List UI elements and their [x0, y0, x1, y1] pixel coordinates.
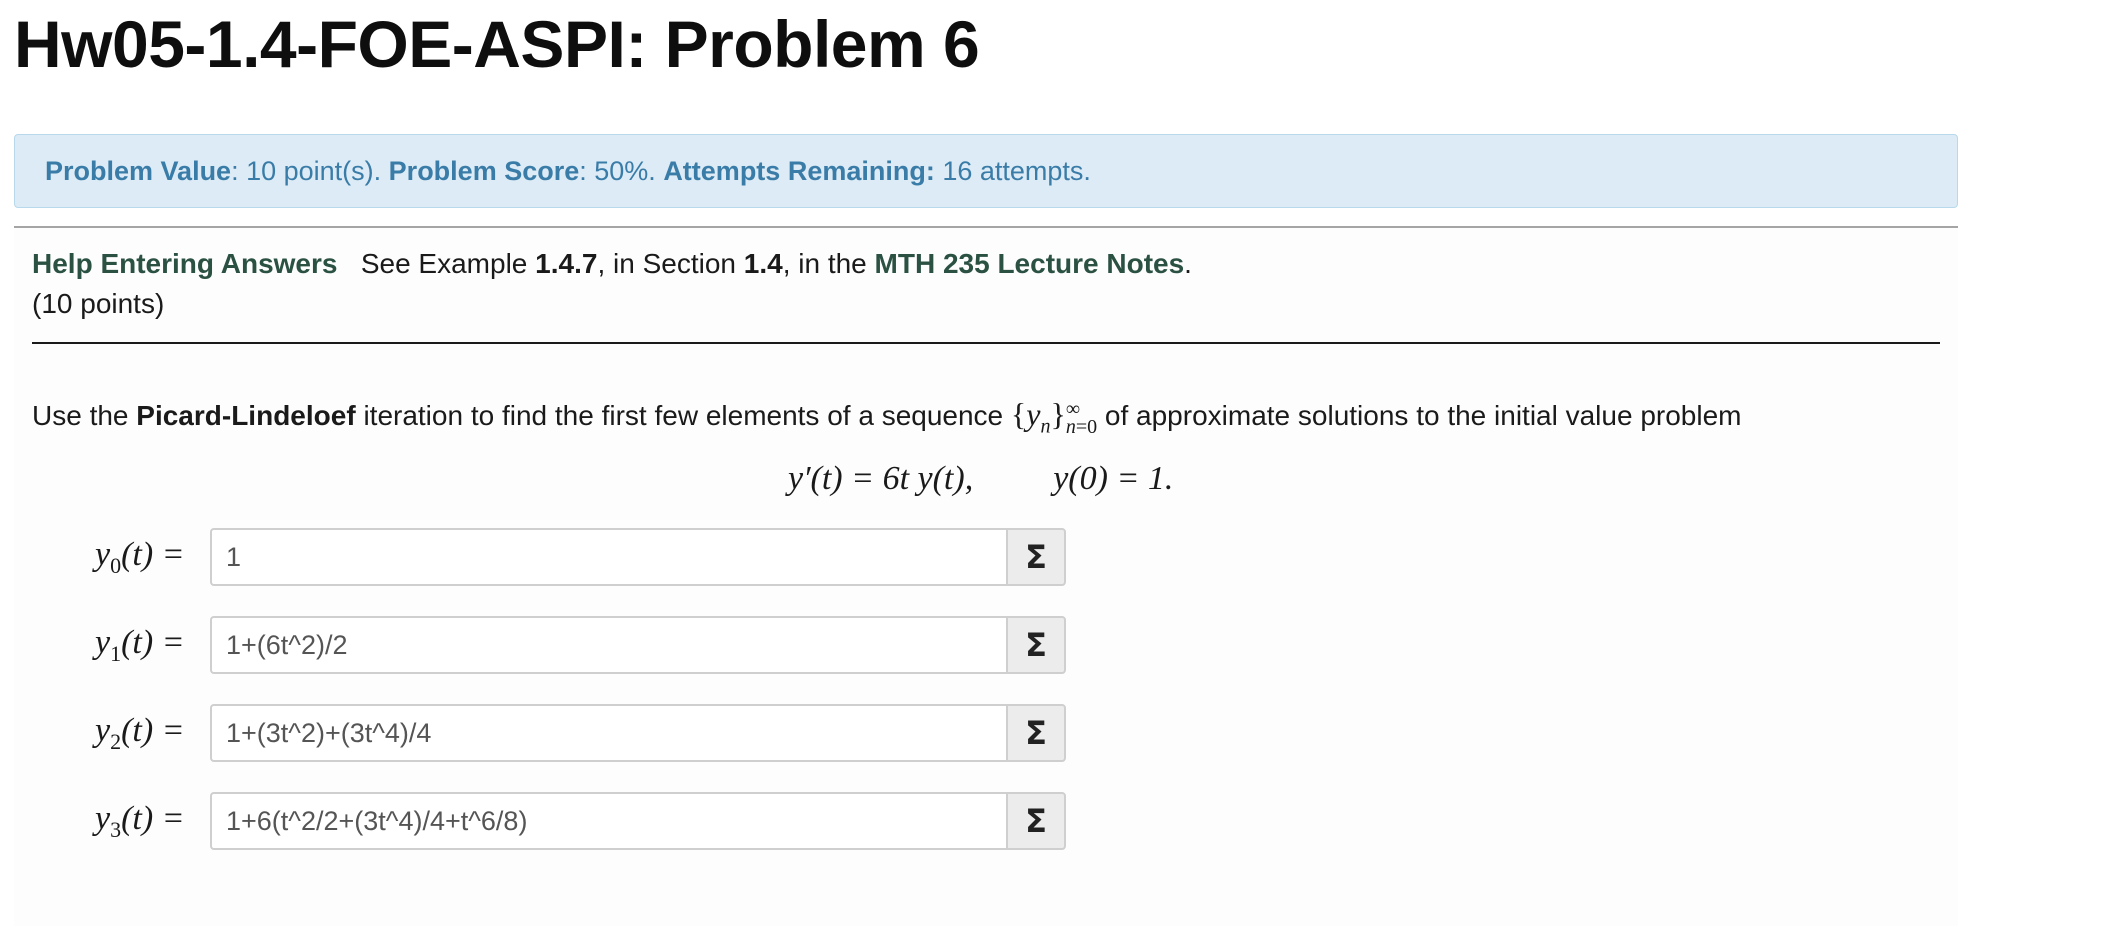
attempts-remaining-label: Attempts Remaining:	[663, 155, 935, 186]
initial-condition: y(0) = 1.	[1053, 460, 1174, 497]
answer-label: y3(t) =	[95, 800, 185, 842]
problem-panel: Help Entering Answers See Example 1.4.7,…	[14, 226, 1958, 926]
help-line: Help Entering Answers See Example 1.4.7,…	[32, 248, 1192, 280]
answer-label: y2(t) =	[95, 712, 185, 754]
problem-info-box: Problem Value: 10 point(s). Problem Scor…	[14, 134, 1958, 208]
answer-label: y1(t) =	[95, 624, 185, 666]
sigma-icon: Σ	[1025, 802, 1047, 840]
in-section-text: , in Section	[597, 248, 736, 279]
equation-editor-button[interactable]: Σ	[1006, 528, 1066, 586]
lecture-notes-link[interactable]: MTH 235 Lecture Notes	[875, 248, 1185, 279]
example-number: 1.4.7	[535, 248, 598, 279]
attempts-remaining: 16 attempts.	[942, 155, 1091, 186]
answer-input-y3[interactable]	[210, 792, 1006, 850]
method-name: Picard-Lindeloef	[136, 400, 356, 431]
answer-input-y0[interactable]	[210, 528, 1006, 586]
problem-score: : 50%.	[579, 155, 656, 186]
answer-input-y2[interactable]	[210, 704, 1006, 762]
statement-suffix: of approximate solutions to the initial …	[1104, 400, 1742, 431]
page-title: Hw05-1.4-FOE-ASPI: Problem 6	[14, 7, 980, 81]
answer-label: y0(t) =	[95, 536, 185, 578]
equation-editor-button[interactable]: Σ	[1006, 616, 1066, 674]
divider	[32, 342, 1940, 344]
equation-editor-button[interactable]: Σ	[1006, 704, 1066, 762]
ode-equation: y′(t) = 6t y(t), y(0) = 1.	[788, 460, 1173, 498]
in-the-text: , in the	[782, 248, 867, 279]
problem-statement: Use the Picard-Lindeloef iteration to fi…	[32, 396, 1741, 438]
sigma-icon: Σ	[1025, 538, 1047, 576]
see-example-text: See Example	[360, 248, 528, 279]
equation-editor-button[interactable]: Σ	[1006, 792, 1066, 850]
sequence-notation: {yn} ∞ n=0	[1010, 396, 1098, 438]
problem-value-label: Problem Value	[45, 155, 232, 186]
problem-value: : 10 point(s).	[231, 155, 382, 186]
statement-prefix: Use the	[32, 400, 129, 431]
period: .	[1184, 248, 1192, 279]
statement-middle: iteration to find the first few elements…	[363, 400, 1004, 431]
problem-score-label: Problem Score	[388, 155, 580, 186]
points-text: (10 points)	[32, 288, 165, 319]
answer-input-y1[interactable]	[210, 616, 1006, 674]
ode-lhs: y′(t) = 6t y(t),	[788, 460, 974, 497]
section-number: 1.4	[743, 248, 783, 279]
help-entering-answers-link[interactable]: Help Entering Answers	[32, 248, 337, 279]
sigma-icon: Σ	[1025, 714, 1047, 752]
sigma-icon: Σ	[1025, 626, 1047, 664]
